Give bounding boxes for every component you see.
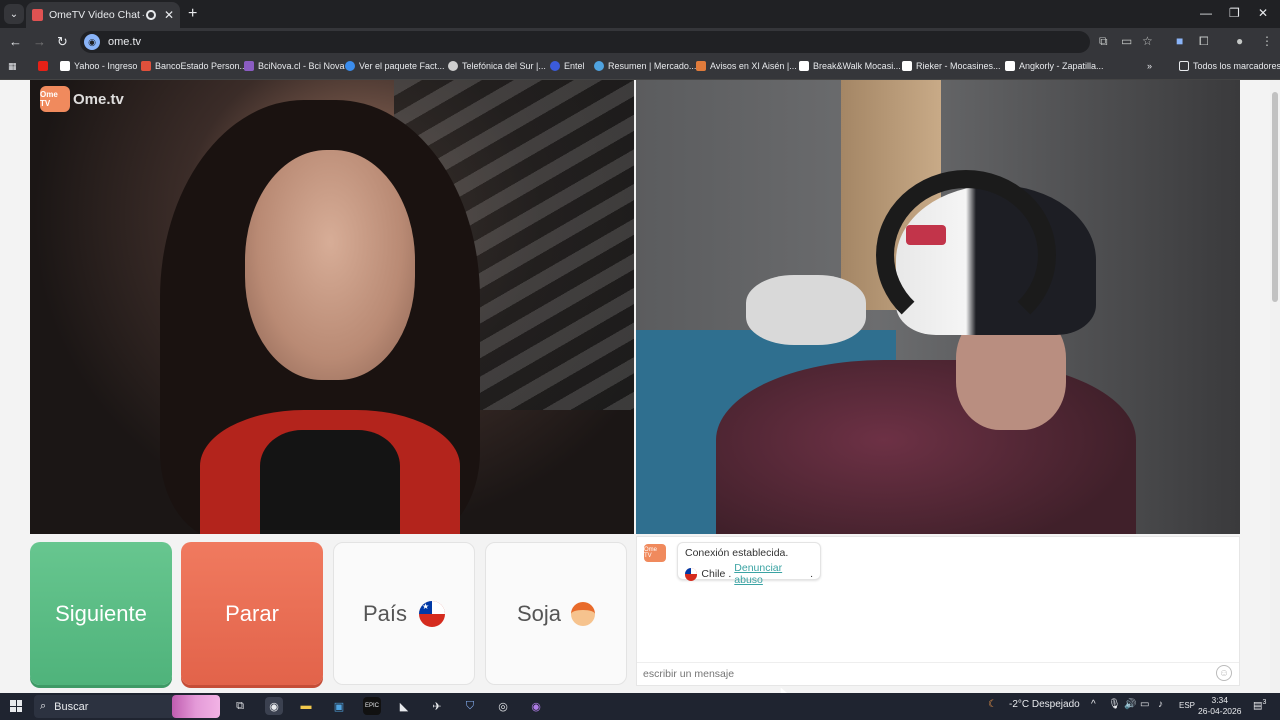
shield-app-icon[interactable]: ⛉ — [461, 697, 479, 715]
youtube-bookmark-icon[interactable] — [38, 61, 52, 71]
bookmark-favicon-icon — [902, 61, 912, 71]
minimize-icon[interactable]: — — [1200, 6, 1212, 20]
bookmark-item[interactable]: Telefónica del Sur |... — [448, 61, 546, 71]
ometv-tv-icon: Ome TV — [40, 86, 70, 112]
chile-flag-icon — [685, 567, 698, 581]
page-scrollbar[interactable] — [1270, 80, 1280, 693]
tray-overflow-icon[interactable]: ^ — [1091, 699, 1096, 710]
logo-text: Ome.tv — [73, 90, 124, 108]
bookmark-item[interactable]: Yahoo - Ingreso — [60, 61, 137, 71]
bookmark-item[interactable]: BciNova.cl - Bci Nova — [244, 61, 345, 71]
bookmark-item[interactable]: BancoEstado Person... — [141, 61, 247, 71]
system-message: Conexión establecida. Chile . Denunciar … — [677, 542, 821, 586]
bookmark-item[interactable]: Angkorly - Zapatilla... — [1005, 61, 1104, 71]
self-video — [636, 80, 1240, 534]
url-text: ome.tv — [108, 36, 142, 48]
close-tab-icon[interactable]: ✕ — [164, 8, 174, 22]
system-clock[interactable]: 3:34 26-04-2026 — [1198, 695, 1241, 717]
bookmark-favicon-icon — [448, 61, 458, 71]
menu-kebab-icon[interactable]: ⋮ — [1261, 34, 1273, 48]
bookmark-favicon-icon — [345, 61, 355, 71]
ometv-logo: Ome TV Ome.tv — [40, 86, 124, 112]
stop-button[interactable]: Parar — [181, 542, 323, 685]
country-name: Chile — [701, 568, 726, 580]
extension-icon[interactable]: ■ — [1176, 34, 1183, 48]
tab-search-button[interactable]: ⌄ — [4, 4, 24, 24]
next-button[interactable]: Siguiente — [30, 542, 172, 685]
task-view-icon[interactable]: ⧉ — [231, 697, 249, 715]
bookmark-item[interactable]: Ver el paquete Fact... — [345, 61, 445, 71]
bookmark-item[interactable]: Break&Walk Mocasi... — [799, 61, 901, 71]
address-toolbar: ← → ↻ ◉ ome.tv ⧉ ▭ ☆ ■ ⧠ ● ⋮ — [0, 28, 1280, 56]
search-highlight-art-icon — [172, 695, 220, 718]
stranger-video — [30, 80, 634, 534]
address-bar[interactable]: ◉ ome.tv — [80, 31, 1090, 53]
steam-icon[interactable]: ◎ — [494, 697, 512, 715]
bookmark-favicon-icon — [550, 61, 560, 71]
restore-icon[interactable]: ❐ — [1229, 6, 1240, 20]
rocket-league-icon[interactable]: ✈ — [428, 697, 446, 715]
forward-arrow-icon[interactable]: → — [33, 34, 46, 49]
bookmarks-bar: ▦ Yahoo - Ingreso BancoEstado Person... … — [0, 56, 1280, 80]
chile-flag-icon: ★ — [419, 600, 446, 627]
ometv-chat-avatar-icon: Ome TV — [644, 544, 666, 562]
file-explorer-icon[interactable]: ▬ — [297, 697, 315, 715]
bookmark-favicon-icon — [696, 61, 706, 71]
new-tab-button[interactable]: + — [188, 5, 197, 23]
sound-output-icon[interactable]: ♪ — [1158, 699, 1163, 710]
boy-emoji-icon — [571, 601, 596, 626]
language-indicator[interactable]: ESP — [1179, 701, 1195, 710]
bookmark-favicon-icon — [244, 61, 254, 71]
close-window-icon[interactable]: ✕ — [1258, 6, 1268, 20]
ometv-favicon-icon — [32, 9, 44, 21]
bookmark-favicon-icon — [141, 61, 151, 71]
bookmark-item[interactable]: Resumen | Mercado... — [594, 61, 696, 71]
translate-icon[interactable]: ⧉ — [1099, 34, 1108, 49]
country-filter-button[interactable]: País ★ — [333, 542, 475, 685]
emoji-smile-icon[interactable]: ☺ — [1216, 665, 1232, 681]
bookmark-item[interactable]: Rieker - Mocasines... — [902, 61, 1001, 71]
taskbar-search[interactable]: ⌕ Buscar — [34, 695, 220, 718]
microsoft-store-icon[interactable]: ▣ — [330, 697, 348, 715]
epic-games-icon[interactable]: EPIC — [363, 697, 381, 715]
bookmark-favicon-icon — [799, 61, 809, 71]
browser-titlebar: ⌄ OmeTV Video Chat — Alte ✕ + — ❐ ✕ — [0, 0, 1280, 28]
extensions-puzzle-icon[interactable]: ⧠ — [1199, 34, 1209, 49]
bookmark-favicon-icon — [60, 61, 70, 71]
bookmark-item[interactable]: Entel — [550, 61, 585, 71]
microphone-icon[interactable]: 🎙 — [1108, 699, 1121, 710]
apps-grid-icon[interactable]: ▦ — [8, 61, 17, 72]
windows-start-icon[interactable] — [10, 700, 22, 712]
cast-icon[interactable]: ▭ — [1121, 34, 1132, 48]
folder-icon — [1179, 61, 1189, 71]
app-launcher-icon[interactable]: ◣ — [395, 697, 413, 715]
notifications-icon[interactable]: ▤3 — [1253, 699, 1266, 711]
report-abuse-link[interactable]: Denunciar abuso — [734, 562, 810, 586]
weather-icon: ☾ — [988, 699, 997, 710]
weather-text[interactable]: -2°C Despejado — [1009, 699, 1080, 710]
network-icon[interactable]: ▭ — [1140, 699, 1149, 710]
message-input[interactable] — [637, 662, 1239, 685]
more-bookmarks-icon[interactable]: » — [1147, 61, 1152, 71]
search-icon: ⌕ — [40, 700, 47, 712]
all-bookmarks-folder[interactable]: Todos los marcadores — [1179, 61, 1280, 71]
profile-avatar-icon[interactable]: ● — [1236, 34, 1243, 48]
gender-filter-button[interactable]: Soja — [485, 542, 627, 685]
reload-icon[interactable]: ↻ — [57, 34, 68, 50]
bookmark-favicon-icon — [1005, 61, 1015, 71]
volume-icon[interactable]: 🔊 — [1124, 699, 1136, 710]
browser-tab-active[interactable]: OmeTV Video Chat — Alte ✕ — [26, 2, 180, 28]
bookmark-star-icon[interactable]: ☆ — [1142, 34, 1153, 48]
site-info-icon[interactable]: ◉ — [84, 34, 100, 50]
connection-status-text: Conexión establecida. — [685, 547, 789, 559]
back-arrow-icon[interactable]: ← — [9, 34, 22, 49]
scrollbar-thumb[interactable] — [1272, 92, 1278, 302]
bookmark-favicon-icon — [594, 61, 604, 71]
discord-icon[interactable]: ◉ — [527, 697, 545, 715]
recording-indicator-icon — [146, 10, 156, 20]
bookmark-item[interactable]: Avisos en XI Aisén |... — [696, 61, 797, 71]
chrome-taskbar-icon[interactable]: ◉ — [265, 697, 283, 715]
windows-taskbar: ⌕ Buscar ⧉ ◉ ▬ ▣ EPIC ◣ ✈ ⛉ ◎ ◉ ☾ -2°C D… — [0, 693, 1280, 720]
tab-title: OmeTV Video Chat — Alte — [49, 9, 144, 21]
